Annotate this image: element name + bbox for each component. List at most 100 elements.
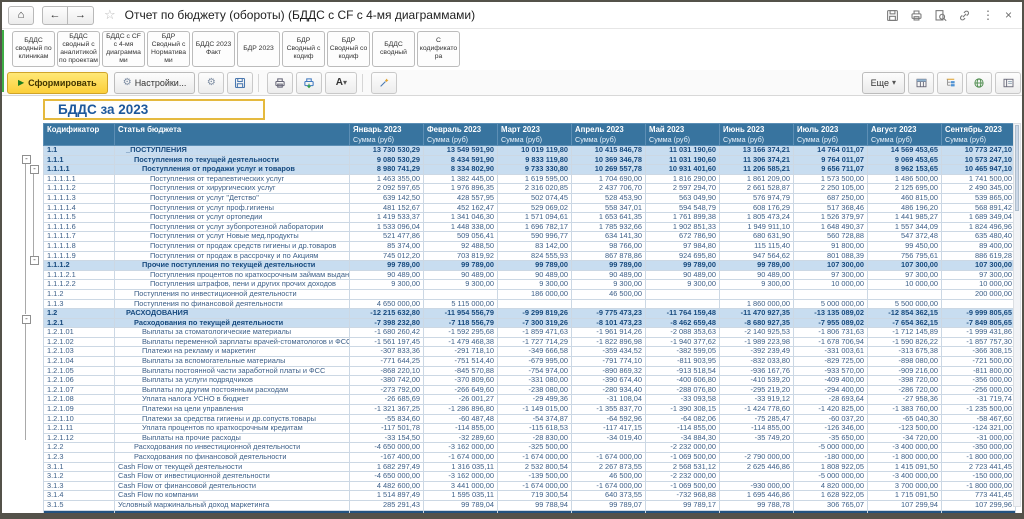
cell[interactable]: -7 398 232,80 xyxy=(350,318,424,328)
cell[interactable]: -12 215 632,80 xyxy=(350,309,424,319)
cell[interactable]: -34 884,30 xyxy=(646,433,720,443)
cell[interactable]: 773 441,45 xyxy=(942,491,1016,501)
cell[interactable]: 1.1.1.1.1 xyxy=(44,174,115,184)
cell[interactable]: -1 286 896,80 xyxy=(424,405,498,415)
cell[interactable] xyxy=(720,472,794,482)
cell[interactable]: РАСХОДОВАНИЯ xyxy=(115,309,350,319)
cell[interactable]: 1.1.3 xyxy=(44,299,115,309)
cell[interactable]: 1.2.1.10 xyxy=(44,414,115,424)
cell[interactable]: 2 267 873,55 xyxy=(572,462,646,472)
cell[interactable]: Выплаты за вспомогательные материалы xyxy=(115,357,350,367)
column-header-month[interactable]: Август 2023Сумма (руб) xyxy=(868,124,942,146)
cell[interactable]: 1 448 338,00 xyxy=(424,222,498,232)
cell[interactable]: 1.1.1.1.2 xyxy=(44,184,115,194)
cell[interactable]: -238 080,00 xyxy=(498,385,572,395)
cell[interactable]: -1 857 757,30 xyxy=(942,337,1016,347)
cell[interactable]: 97 300,00 xyxy=(868,270,942,280)
cell[interactable]: 680 631,90 xyxy=(720,232,794,242)
cell[interactable]: -1 674 000,00 xyxy=(498,481,572,491)
cell[interactable]: 9 300,00 xyxy=(424,280,498,290)
table-row[interactable]: 1.1.1.1.4Поступления от услуг проф.гигие… xyxy=(44,203,1016,213)
cell[interactable]: Cash Flow по компании xyxy=(115,491,350,501)
cell[interactable]: 99 789,00 xyxy=(646,261,720,271)
cell[interactable]: -366 308,15 xyxy=(942,347,1016,357)
tab-1[interactable]: БДДС сводный по клиникам xyxy=(12,31,55,67)
cell[interactable]: 107 299,96 xyxy=(942,500,1016,510)
table-row[interactable]: 1.1.1.1.3Поступления от услуг "Детство"6… xyxy=(44,193,1016,203)
cell[interactable]: 11 031 190,60 xyxy=(646,155,720,165)
cell[interactable]: 2 625 446,86 xyxy=(720,462,794,472)
table-row[interactable]: 3.1.2Cash Flow от инвестиционной деятель… xyxy=(44,472,1016,482)
cell[interactable]: 90 489,00 xyxy=(498,270,572,280)
cell[interactable]: 10 369 346,78 xyxy=(572,155,646,165)
cell[interactable]: Выплаты за услуги подрядчиков xyxy=(115,376,350,386)
cell[interactable]: 2 125 695,00 xyxy=(868,184,942,194)
cell[interactable]: 13 166 374,21 xyxy=(720,146,794,156)
cell[interactable]: Платежи на цели управления xyxy=(115,405,350,415)
cell[interactable]: -9 999 805,65 xyxy=(942,309,1016,319)
cell[interactable]: 10 269 557,78 xyxy=(572,165,646,175)
cell[interactable]: 1 653 641,35 xyxy=(572,213,646,223)
cell[interactable]: -29 499,36 xyxy=(498,395,572,405)
cell[interactable]: -1 859 471,63 xyxy=(498,328,572,338)
cell[interactable]: Поступления по финансовой деятельности xyxy=(115,299,350,309)
report-title-cell[interactable]: БДДС за 2023 xyxy=(43,99,265,120)
cell[interactable]: -7 955 089,02 xyxy=(794,318,868,328)
cell[interactable]: -9 299 819,26 xyxy=(498,309,572,319)
table-row[interactable]: 1.1.1.1.9Поступления от продаж в рассроч… xyxy=(44,251,1016,261)
cell[interactable]: 528 453,90 xyxy=(572,193,646,203)
settings-button[interactable]: ⚙ Настройки... xyxy=(114,72,196,94)
cell[interactable]: -325 500,00 xyxy=(498,443,572,453)
cell[interactable]: 867 878,86 xyxy=(572,251,646,261)
cell[interactable]: 97 984,80 xyxy=(646,241,720,251)
cell[interactable]: 1 514 897,49 xyxy=(350,491,424,501)
cell[interactable]: -55 834,60 xyxy=(350,414,424,424)
cell[interactable]: Расходования по финансовой деятельности xyxy=(115,453,350,463)
cell[interactable]: 5 115 000,00 xyxy=(424,299,498,309)
cell[interactable]: -1 674 000,00 xyxy=(572,453,646,463)
cell[interactable]: -295 219,20 xyxy=(720,385,794,395)
cell[interactable]: 2 316 020,85 xyxy=(498,184,572,194)
table-row[interactable]: 1.2.1.06Выплаты за услуги подрядчиков-38… xyxy=(44,376,1016,386)
cell[interactable]: -845 570,88 xyxy=(424,366,498,376)
cell[interactable]: 3.1.5 xyxy=(44,500,115,510)
table-row[interactable]: 3.1.5Условный маржинальный доход маркети… xyxy=(44,500,1016,510)
cell[interactable]: 1.1.1.1.5 xyxy=(44,213,115,223)
cell[interactable]: 3 700 000,00 xyxy=(868,481,942,491)
cell[interactable]: 428 557,95 xyxy=(424,193,498,203)
cell[interactable]: 99 789,17 xyxy=(646,500,720,510)
cell[interactable]: Итого xyxy=(44,510,115,513)
scrollbar-thumb[interactable] xyxy=(1015,125,1019,211)
cell[interactable]: 107 300,00 xyxy=(794,261,868,271)
cell[interactable]: Поступления от услуг ортопедии xyxy=(115,213,350,223)
cell[interactable]: -7 118 556,79 xyxy=(424,318,498,328)
cell[interactable]: 5 252 574,44 xyxy=(868,510,942,513)
cell[interactable]: -370 809,60 xyxy=(424,376,498,386)
cell[interactable]: -60 037,20 xyxy=(794,414,868,424)
table-row[interactable]: 1.2.1.03Платежи на рекламу и маркетинг-3… xyxy=(44,347,1016,357)
cell[interactable]: 2 568 531,12 xyxy=(646,462,720,472)
cell[interactable]: Расходования по текущей деятельности xyxy=(115,318,350,328)
cell[interactable]: 1 533 096,04 xyxy=(350,222,424,232)
cell[interactable]: -679 995,00 xyxy=(498,357,572,367)
table-row[interactable]: 1.2РАСХОДОВАНИЯ-12 215 632,80-11 954 556… xyxy=(44,309,1016,319)
cell[interactable]: 576 974,79 xyxy=(720,193,794,203)
cell[interactable]: 635 480,40 xyxy=(942,232,1016,242)
cell[interactable]: 1 808 922,05 xyxy=(794,462,868,472)
cell[interactable]: -114 855,00 xyxy=(424,424,498,434)
cell[interactable]: 97 300,00 xyxy=(794,270,868,280)
collapse-group-toggle[interactable]: - xyxy=(30,256,39,265)
cell[interactable]: 10 000,00 xyxy=(794,280,868,290)
cell[interactable]: Поступления от продаж средств гигиены и … xyxy=(115,241,350,251)
cell[interactable]: Расходования по инвестиционной деятельно… xyxy=(115,443,350,453)
cell[interactable]: 672 786,90 xyxy=(646,232,720,242)
column-header-month[interactable]: Июнь 2023Сумма (руб) xyxy=(720,124,794,146)
cell[interactable]: Выплаты переменной зарплаты врачей-стома… xyxy=(115,337,350,347)
cell[interactable]: 1 341 046,30 xyxy=(424,213,498,223)
cell[interactable]: Поступления процентов по краткосрочным з… xyxy=(115,270,350,280)
cell[interactable]: -150 000,00 xyxy=(942,472,1016,482)
cell[interactable]: Поступления штрафов, пени и других прочи… xyxy=(115,280,350,290)
cell[interactable]: 2 427 624,31 xyxy=(942,510,1016,513)
cell[interactable]: -11 954 556,79 xyxy=(424,309,498,319)
cell[interactable]: 90 489,00 xyxy=(646,270,720,280)
